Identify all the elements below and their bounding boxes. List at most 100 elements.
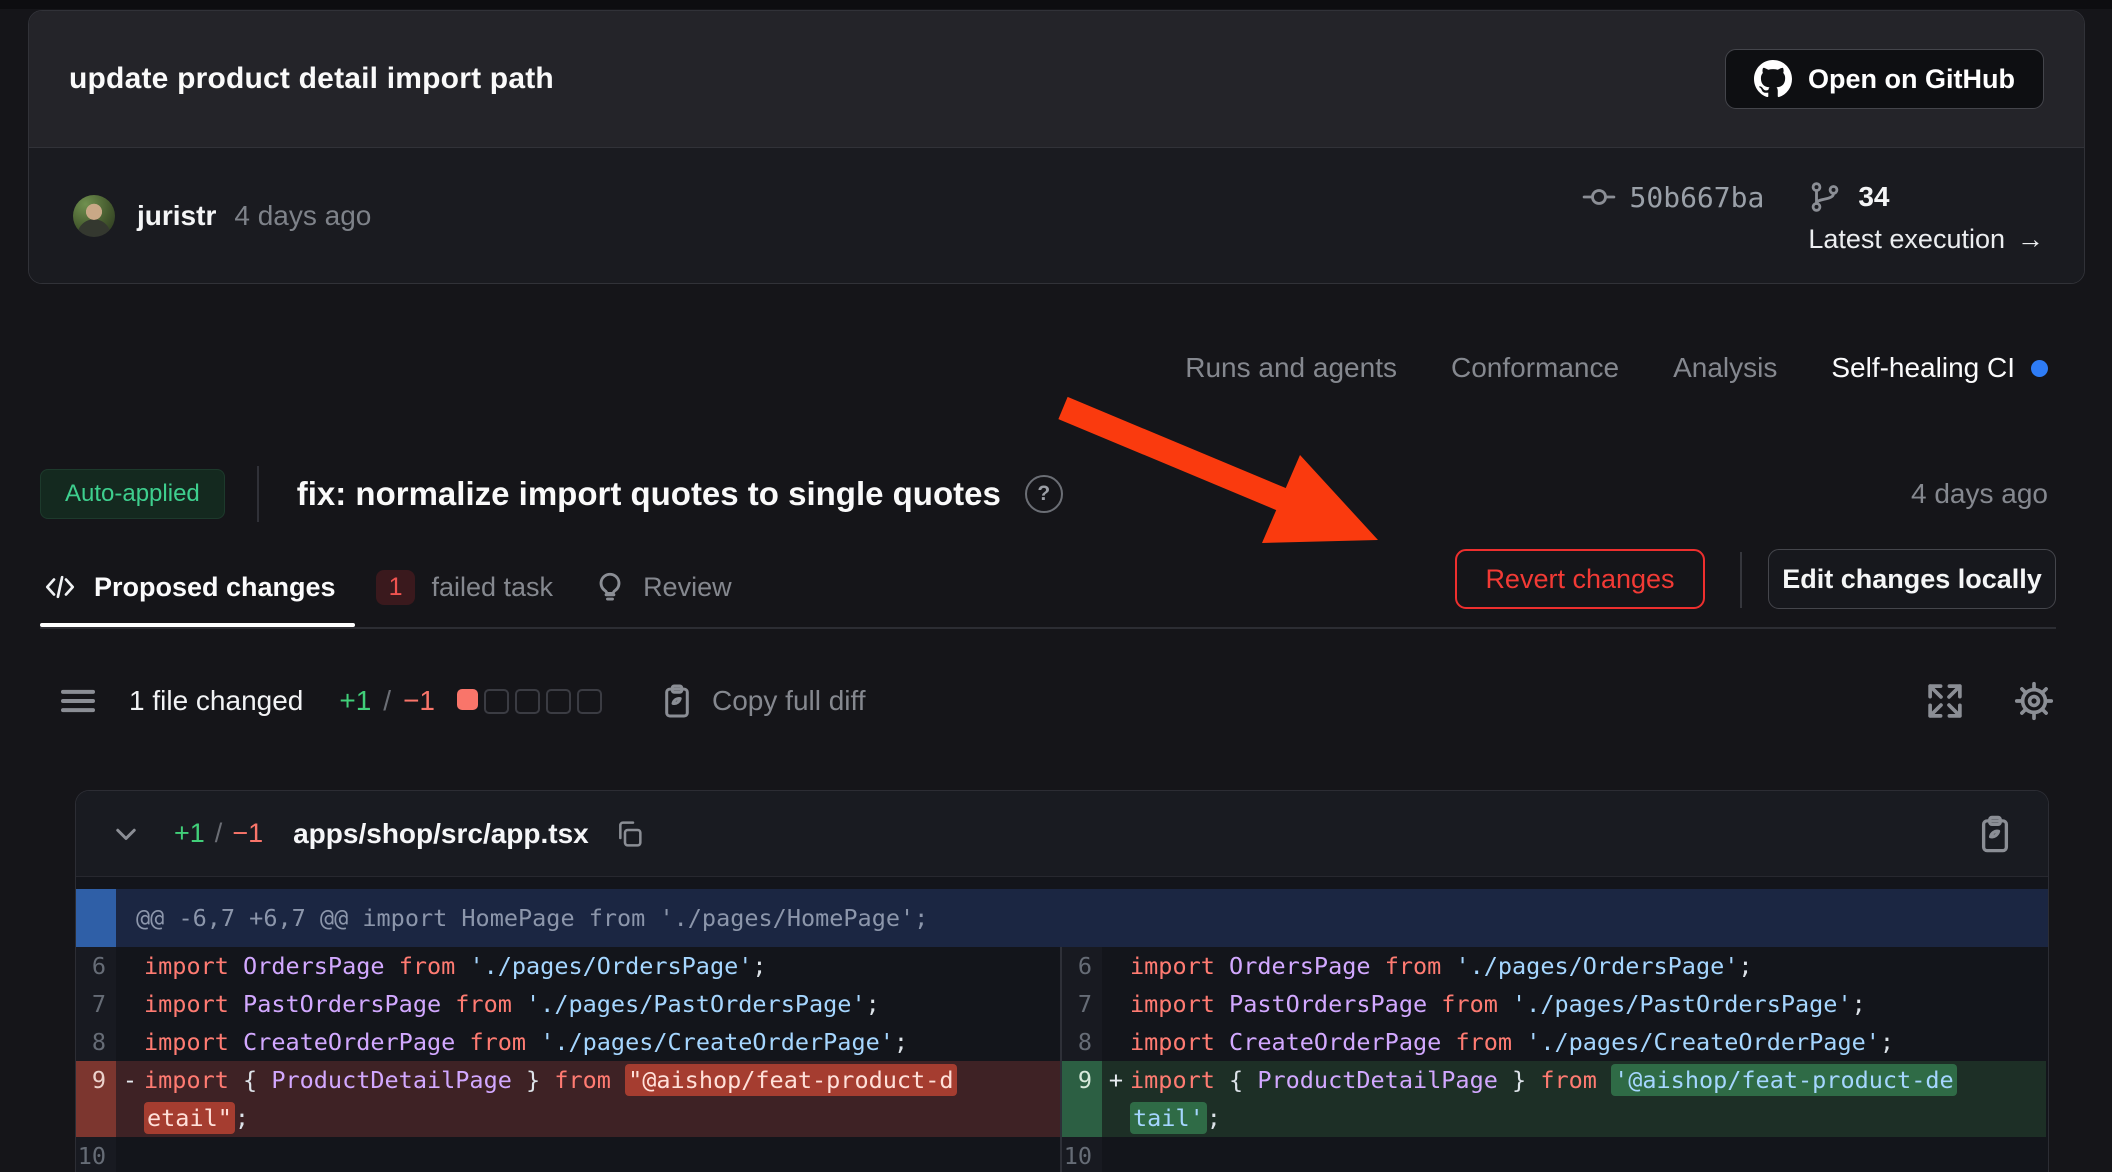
copy-full-diff-label: Copy full diff [712,685,866,717]
arrow-right-icon: → [2017,224,2044,255]
line-number: 8 [1062,1023,1102,1061]
code-text: import CreateOrderPage from './pages/Cre… [144,1023,1060,1061]
section-nav: Runs and agents Conformance Analysis Sel… [1185,352,2048,384]
code-text [144,1137,1060,1172]
page-title: update product detail import path [69,62,554,96]
diff-stat-block-empty [484,689,509,714]
line-number: 6 [76,947,116,985]
line-number: 7 [76,985,116,1023]
stat-separator: / [383,685,391,717]
commit-card-header: update product detail import path Open o… [29,11,2084,148]
hunk-header: @@ -6,7 +6,7 @@ import HomePage from './… [76,889,2048,947]
diff-line: 7import PastOrdersPage from './pages/Pas… [1062,985,2046,1023]
code-text: import { ProductDetailPage } from '@aish… [1130,1061,2046,1137]
tab-review-label: Review [643,572,732,603]
diff-line: 9+import { ProductDetailPage } from '@ai… [1062,1061,2046,1137]
diff-stat-block-empty [546,689,571,714]
commit-meta-row: juristr 4 days ago 50b667ba 34 [29,148,2084,283]
diff-marker [116,1023,144,1061]
tab-proposed-changes-label: Proposed changes [94,572,336,603]
active-nav-dot [2031,360,2048,377]
code-text: import CreateOrderPage from './pages/Cre… [1130,1023,2046,1061]
diff-pane-new: 6 import OrdersPage from './pages/OrdersP… [1062,947,2046,1172]
deletions-count: −1 [403,685,435,717]
expand-icon[interactable] [1924,680,1966,722]
avatar[interactable] [73,195,115,237]
clipboard-icon [658,682,696,720]
branch-row[interactable]: 34 [1808,176,1889,218]
failed-count-badge: 1 [376,570,416,605]
tab-review[interactable]: Review [591,570,734,604]
author-name[interactable]: juristr [137,200,216,232]
gear-icon[interactable] [2012,679,2056,723]
hunk-header-text: @@ -6,7 +6,7 @@ import HomePage from './… [116,889,928,947]
diff-marker [1102,947,1130,985]
diff-stat-block-empty [515,689,540,714]
commit-sha: 50b667ba [1630,181,1765,214]
diff-line: 7import PastOrdersPage from './pages/Pas… [76,985,1060,1023]
line-number: 10 [1062,1137,1102,1172]
file-stat-separator: / [215,818,223,849]
commit-time: 4 days ago [234,200,371,232]
help-icon[interactable]: ? [1025,475,1063,513]
diff-line: 8 import CreateOrderPage from './pages/Cr… [1062,1023,2046,1061]
nav-self-healing-ci[interactable]: Self-healing CI [1831,352,2048,384]
tab-failed-task[interactable]: 1 failed task [374,570,555,605]
tabs-border [40,627,2056,629]
file-deletions: −1 [232,818,263,849]
code-text: import { ProductDetailPage } from "@aish… [144,1061,1060,1137]
diff-stat-blocks [457,689,602,714]
divider [1740,552,1742,608]
files-changed-label: 1 file changed [129,685,303,717]
diff-line: 10 [1062,1137,2046,1172]
copy-full-diff-button[interactable]: Copy full diff [658,682,866,720]
page: update product detail import path Open o… [0,0,2112,1172]
diff-gap [76,877,2048,889]
diff-line: 9-import { ProductDetailPage } from "@ai… [76,1061,1060,1137]
execution-number: 34 [1858,181,1889,213]
diff-pane-old: 6import OrdersPage from './pages/OrdersP… [76,947,1060,1172]
fix-header-row: Auto-applied fix: normalize import quote… [40,462,2048,526]
open-on-github-label: Open on GitHub [1808,64,2015,95]
line-number: 6 [1062,947,1102,985]
nav-conformance[interactable]: Conformance [1451,352,1619,384]
diff-line: 6 import OrdersPage from './pages/OrdersP… [1062,947,2046,985]
commit-sha-group[interactable]: 50b667ba [1582,176,1765,218]
line-number: 9 [1062,1061,1102,1137]
github-icon [1754,60,1792,98]
code-text: import OrdersPage from './pages/OrdersPa… [1130,947,2046,985]
code-icon [42,569,78,605]
fix-title: fix: normalize import quotes to single q… [297,475,1001,513]
execution-group: 34 Latest execution → [1808,176,2044,255]
chevron-down-icon[interactable] [108,816,144,852]
latest-execution-link[interactable]: Latest execution → [1808,224,2044,255]
code-text [1130,1137,2046,1172]
copy-path-button[interactable] [613,818,645,850]
file-path: apps/shop/src/app.tsx [293,818,589,850]
diff-marker [116,985,144,1023]
diff-stat-block-filled [457,689,478,710]
nav-analysis[interactable]: Analysis [1673,352,1777,384]
nav-runs-and-agents[interactable]: Runs and agents [1185,352,1397,384]
diff-marker: - [116,1061,144,1137]
revert-changes-button[interactable]: Revert changes [1455,549,1705,609]
edit-changes-locally-button[interactable]: Edit changes locally [1768,549,2056,609]
code-text: import PastOrdersPage from './pages/Past… [1130,985,2046,1023]
active-tab-underline [40,623,355,627]
tab-proposed-changes[interactable]: Proposed changes [40,569,338,605]
commit-icon [1582,180,1616,214]
fix-time: 4 days ago [1911,478,2048,510]
nav-self-healing-ci-label: Self-healing CI [1831,352,2015,384]
lightbulb-icon [593,570,627,604]
diff-line: 6import OrdersPage from './pages/OrdersP… [76,947,1060,985]
git-branch-icon [1808,180,1842,214]
commit-card: update product detail import path Open o… [28,10,2085,284]
latest-execution-label: Latest execution [1808,224,2005,255]
diff-line: 10 [76,1137,1060,1172]
diff-marker [1102,1023,1130,1061]
copy-file-diff-button[interactable] [1974,813,2016,855]
commit-meta: 50b667ba 34 Latest execution → [1582,176,2045,255]
diff-stat-block-empty [577,689,602,714]
file-list-menu-icon[interactable] [55,681,101,721]
open-on-github-button[interactable]: Open on GitHub [1725,49,2044,109]
